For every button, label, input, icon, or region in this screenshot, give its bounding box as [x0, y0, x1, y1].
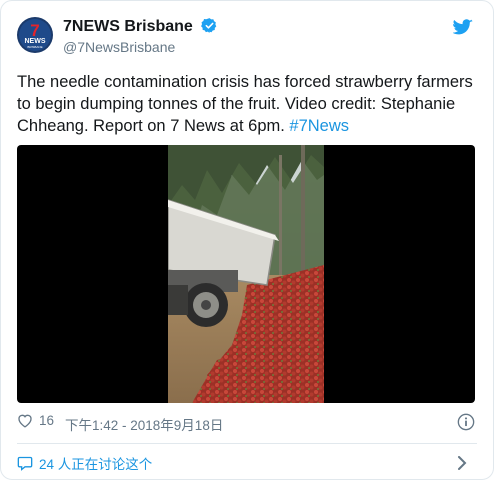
info-icon[interactable] [457, 413, 475, 431]
twitter-bird-icon[interactable] [453, 19, 473, 36]
display-name-text: 7NEWS Brisbane [63, 18, 193, 35]
display-name[interactable]: 7NEWS Brisbane [63, 17, 218, 36]
tweet-body: The needle contamination crisis has forc… [17, 73, 473, 135]
discussion-link[interactable]: 24 人正在讨论这个 [17, 453, 477, 473]
like-action[interactable]: 16 [17, 413, 54, 428]
logo-text: NEWS [25, 38, 46, 45]
like-count: 16 [39, 413, 55, 428]
verified-badge-icon [201, 18, 217, 33]
discussion-label: 24 人正在讨论这个 [39, 457, 153, 472]
heart-icon [18, 414, 32, 428]
chevron-right-icon[interactable] [457, 456, 467, 470]
account-handle[interactable]: @7NewsBrisbane [63, 39, 175, 55]
tweet-text: The needle contamination crisis has forc… [17, 71, 477, 137]
comment-bubble-icon [17, 456, 33, 471]
tweet-footer: 16 下午1:42 - 2018年9月18日 [17, 413, 477, 433]
account-avatar[interactable]: 7 NEWS BRISBANE [17, 17, 53, 53]
video-player[interactable] [17, 145, 475, 403]
tweet-card[interactable]: 7 NEWS BRISBANE 7NEWS Brisbane @7NewsBri… [0, 0, 494, 480]
tweet-timestamp[interactable]: 下午1:42 - 2018年9月18日 [65, 414, 223, 434]
hashtag-link[interactable]: #7News [289, 117, 349, 135]
footer-divider [17, 443, 477, 444]
logo-subtext: BRISBANE [27, 45, 42, 49]
video-frame [168, 145, 324, 403]
